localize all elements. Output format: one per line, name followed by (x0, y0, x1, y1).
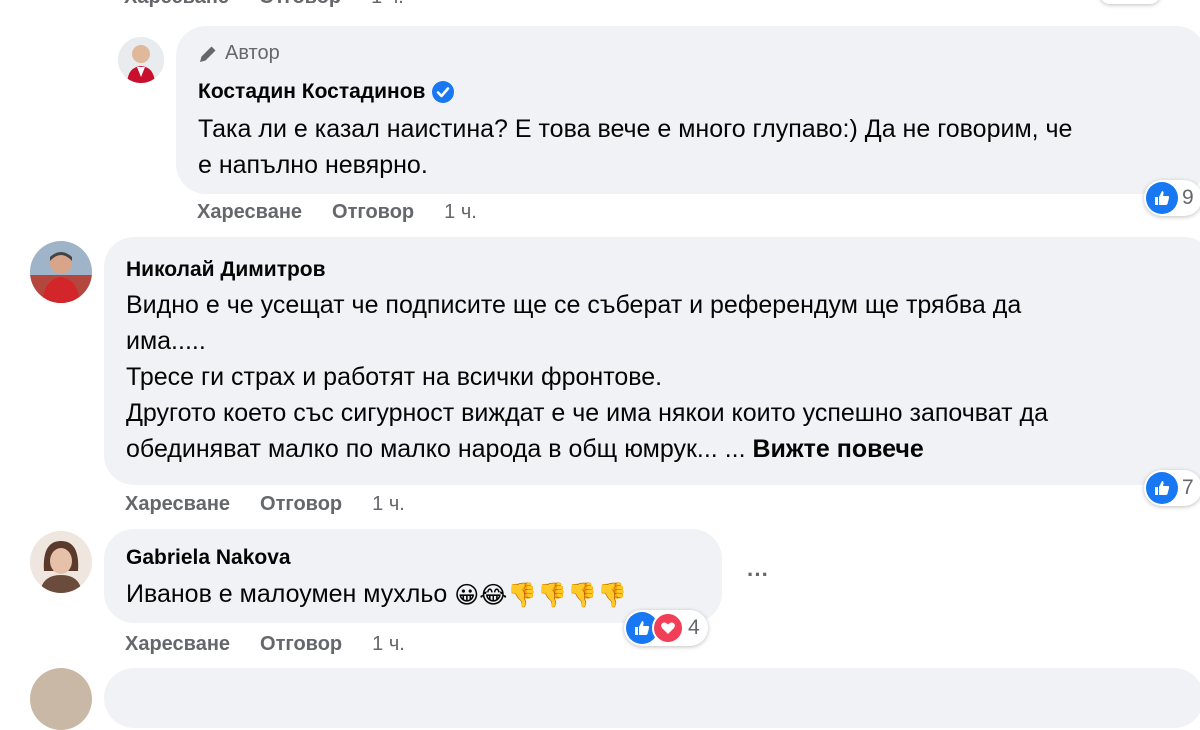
pencil-icon (200, 46, 216, 62)
timestamp[interactable]: 1 ч. (371, 0, 404, 9)
author-name[interactable]: Костадин Костадинов (198, 80, 425, 104)
reaction-summary[interactable]: 7 (1144, 470, 1200, 506)
comment-text: Така ли е казал наистина? Е това вече е … (198, 111, 1198, 183)
like-link[interactable]: Харесване (124, 0, 229, 9)
comment-actions: Харесване Отговор 1 ч. (197, 201, 477, 224)
see-more-link[interactable]: Вижте повече (752, 435, 923, 463)
like-reaction-icon (1146, 182, 1178, 214)
comment-actions: Харесване Отговор 1 ч. (125, 493, 405, 516)
comment-author[interactable]: Gabriela Nakova (126, 546, 291, 570)
avatar-image (30, 241, 92, 303)
reaction-count: 7 (1182, 476, 1194, 499)
like-reaction-icon (1146, 472, 1178, 504)
emoji-group: 😀😂👎👎👎👎 (454, 581, 627, 610)
reaction-count: 4 (688, 616, 700, 639)
comment-line-text: Иванов е малоумен мухльо (126, 580, 448, 608)
avatar-image (118, 37, 164, 83)
more-options-icon: ··· (747, 562, 769, 587)
author-badge-label: Автор (225, 42, 280, 64)
avatar[interactable] (30, 668, 92, 730)
timestamp[interactable]: 1 ч. (372, 633, 405, 656)
reaction-summary[interactable]: 4 (624, 610, 708, 646)
more-options-button[interactable]: ··· (740, 560, 776, 590)
like-link[interactable]: Харесване (197, 201, 302, 224)
comment-author[interactable]: Костадин Костадинов (198, 80, 455, 104)
comment-line: Другото което със сигурност виждат е че … (126, 399, 1049, 427)
love-reaction-icon (652, 612, 684, 644)
top-comment-actions: Харесване Отговор 1 ч. (124, 0, 404, 9)
author-name[interactable]: Николай Димитров (126, 258, 326, 282)
reply-link[interactable]: Отговор (259, 0, 341, 9)
like-link[interactable]: Харесване (125, 493, 230, 516)
comment-actions: Харесване Отговор 1 ч. (125, 633, 405, 656)
comment-line: обединяват малко по малко народа в общ ю… (126, 431, 1200, 467)
comment-line: има..... (126, 327, 206, 355)
comment-author[interactable]: Николай Димитров (126, 258, 326, 282)
avatar[interactable] (30, 531, 92, 593)
comment-line: е напълно невярно. (198, 151, 428, 179)
avatar[interactable] (30, 241, 92, 303)
comment-text: Иванов е малоумен мухльо 😀😂👎👎👎👎 (126, 576, 716, 613)
author-name[interactable]: Gabriela Nakova (126, 546, 291, 570)
comment-bubble (104, 668, 1200, 728)
comment-line: Тресе ги страх и работят на всички фронт… (126, 363, 663, 391)
timestamp[interactable]: 1 ч. (372, 493, 405, 516)
reaction-count: 9 (1182, 186, 1194, 209)
comment-line: Видно е че усещат че подписите ще се съб… (126, 291, 1022, 319)
verified-badge-icon (432, 81, 455, 103)
avatar[interactable] (118, 37, 164, 83)
avatar-image (30, 531, 92, 593)
timestamp[interactable]: 1 ч. (444, 201, 477, 224)
like-link[interactable]: Харесване (125, 633, 230, 656)
reaction-summary[interactable]: 9 (1144, 180, 1200, 216)
top-reaction-fragment[interactable] (1100, 0, 1160, 4)
author-badge: Автор (197, 42, 280, 65)
reply-link[interactable]: Отговор (332, 201, 414, 224)
comment-line-text: обединяват малко по малко народа в общ ю… (126, 435, 746, 463)
comment-text: Видно е че усещат че подписите ще се съб… (126, 287, 1200, 467)
reply-link[interactable]: Отговор (260, 493, 342, 516)
comment-line: Така ли е казал наистина? Е това вече е … (198, 115, 1073, 143)
reply-link[interactable]: Отговор (260, 633, 342, 656)
